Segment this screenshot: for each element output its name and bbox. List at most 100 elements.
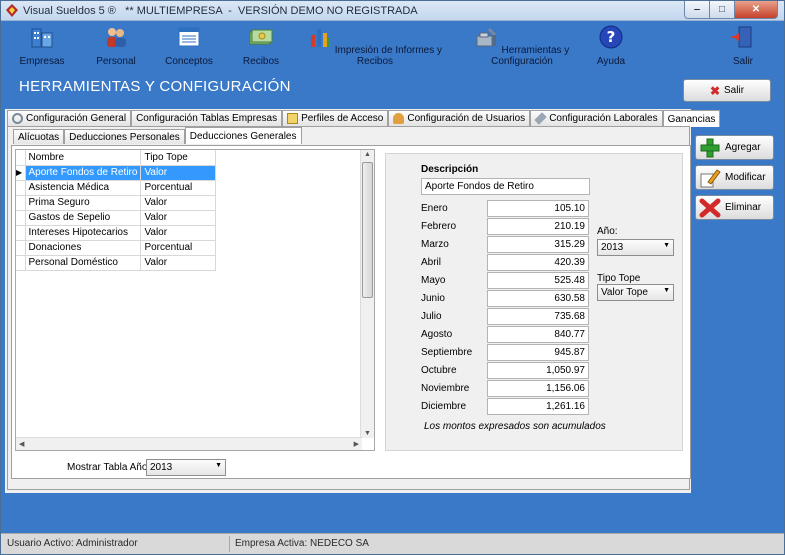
deducciones-generales-content: Nombre Tipo Tope ▶ Aporte Fondos de Reti… xyxy=(11,145,691,479)
salir-button[interactable]: ✖ Salir xyxy=(683,79,771,102)
help-icon: ? xyxy=(599,25,623,49)
subtab-deducciones-personales[interactable]: Deducciones Personales xyxy=(64,129,185,144)
tab-configuracion-general[interactable]: Configuración General xyxy=(7,110,132,126)
month-label: Junio xyxy=(421,293,445,304)
month-value-field[interactable]: 945.87 xyxy=(487,344,589,361)
document-icon xyxy=(287,113,299,124)
descripcion-field[interactable]: Aporte Fondos de Retiro xyxy=(421,178,590,195)
table-row[interactable]: Donaciones Porcentual xyxy=(16,240,217,256)
tab-configuracion-laborales[interactable]: Configuración Laborales xyxy=(530,110,663,126)
toolbar-recibos[interactable]: Recibos xyxy=(237,25,285,67)
ganancias-panel: Alícuotas Deducciones Personales Deducci… xyxy=(7,126,691,490)
tab-label: Ganancias xyxy=(667,113,716,125)
toolbar-herramientas[interactable]: Herramientas y Configuración xyxy=(458,25,586,67)
table-row[interactable]: Prima Seguro Valor xyxy=(16,195,217,211)
tab-label: Configuración Tablas Empresas xyxy=(136,113,278,124)
toolbar-impresion[interactable]: Impresión de Informes y Recibos xyxy=(305,25,445,67)
tab-configuracion-de-usuarios[interactable]: Configuración de Usuarios xyxy=(388,110,531,126)
vertical-scrollbar[interactable]: ▲ ▼ xyxy=(360,150,374,438)
month-value-field[interactable]: 315.29 xyxy=(487,236,589,253)
deducciones-table: Nombre Tipo Tope ▶ Aporte Fondos de Reti… xyxy=(16,150,217,271)
anio-select[interactable]: 2013 ▼ xyxy=(597,239,674,256)
maximize-button[interactable]: □ xyxy=(710,1,735,19)
column-header-nombre[interactable]: Nombre xyxy=(25,150,142,166)
window-controls: ‒ □ ✕ xyxy=(684,1,778,19)
gear-icon xyxy=(12,113,23,124)
month-value-field[interactable]: 1,050.97 xyxy=(487,362,589,379)
row-selector-arrow-icon: ▶ xyxy=(16,165,26,181)
table-row[interactable]: Asistencia Médica Porcentual xyxy=(16,180,217,196)
tools-icon xyxy=(476,28,496,47)
table-row[interactable]: Personal Doméstico Valor xyxy=(16,255,217,271)
month-label: Abril xyxy=(421,257,442,268)
month-value-field[interactable]: 525.48 xyxy=(487,272,589,289)
month-label: Febrero xyxy=(421,221,457,232)
eliminar-button[interactable]: Eliminar xyxy=(695,195,774,220)
scroll-right-icon[interactable]: ▶ xyxy=(354,440,359,448)
toolbar-ayuda[interactable]: ? Ayuda xyxy=(591,25,631,67)
detail-panel: Descripción Aporte Fondos de Retiro Ener… xyxy=(385,153,683,451)
main-toolbar: Empresas Personal Conceptos Recibos Impr… xyxy=(1,21,784,73)
scroll-left-icon[interactable]: ◀ xyxy=(19,440,24,448)
month-label: Octubre xyxy=(421,365,457,376)
tipo-tope-select[interactable]: Valor Tope ▼ xyxy=(597,284,674,301)
toolbar-conceptos[interactable]: Conceptos xyxy=(161,25,217,67)
tab-ganancias[interactable]: Ganancias xyxy=(662,110,721,127)
agregar-button[interactable]: Agregar xyxy=(695,135,774,160)
main-tabs: Configuración General Configuración Tabl… xyxy=(7,110,721,127)
subtab-label: Alícuotas xyxy=(18,131,60,143)
minimize-button[interactable]: ‒ xyxy=(684,1,710,19)
plus-icon xyxy=(700,138,720,157)
descripcion-label: Descripción xyxy=(421,164,479,175)
month-value-field[interactable]: 735.68 xyxy=(487,308,589,325)
toolbar-empresas[interactable]: Empresas xyxy=(17,25,67,67)
toolbar-salir[interactable]: Salir xyxy=(723,25,763,67)
table-row[interactable]: Gastos de Sepelio Valor xyxy=(16,210,217,226)
scroll-down-icon[interactable]: ▼ xyxy=(364,430,371,437)
month-label: Diciembre xyxy=(421,401,467,412)
scroll-up-icon[interactable]: ▲ xyxy=(364,151,371,158)
tab-label: Configuración de Usuarios xyxy=(407,113,526,124)
tab-label: Configuración Laborales xyxy=(549,113,658,124)
column-header-tipo-tope[interactable]: Tipo Tope xyxy=(140,150,217,166)
mostrar-anio-select[interactable]: 2013 ▼ xyxy=(146,459,226,476)
subtab-label: Deducciones Personales xyxy=(69,131,180,143)
table-row[interactable]: ▶ Aporte Fondos de Retiro Valor xyxy=(16,165,217,181)
toolbar-label: Impresión de Informes y Recibos xyxy=(334,45,443,67)
user-icon xyxy=(393,113,405,124)
month-value-field[interactable]: 420.39 xyxy=(487,254,589,271)
mostrar-anio-value: 2013 xyxy=(150,462,173,473)
month-value-field[interactable]: 630.58 xyxy=(487,290,589,307)
tab-label: Perfiles de Acceso xyxy=(301,113,384,124)
buildings-icon xyxy=(31,28,53,48)
tab-label: Configuración General xyxy=(26,113,127,124)
month-value-field[interactable]: 105.10 xyxy=(487,200,589,217)
empresa-activa: Empresa Activa: NEDECO SA xyxy=(235,538,369,549)
pencil-edit-icon xyxy=(700,168,721,187)
month-value-field[interactable]: 210.19 xyxy=(487,218,589,235)
close-x-icon: ✖ xyxy=(709,83,721,98)
toolbar-personal[interactable]: Personal xyxy=(91,25,141,67)
agregar-label: Agregar xyxy=(725,142,761,153)
scroll-thumb[interactable] xyxy=(362,162,373,298)
toolbar-label: Herramientas y Configuración xyxy=(491,45,570,67)
month-value-field[interactable]: 840.77 xyxy=(487,326,589,343)
month-value-field[interactable]: 1,156.06 xyxy=(487,380,589,397)
horizontal-scrollbar[interactable]: ◀ ▶ xyxy=(16,437,362,450)
deducciones-grid[interactable]: Nombre Tipo Tope ▶ Aporte Fondos de Reti… xyxy=(15,149,375,451)
month-value-field[interactable]: 1,261.16 xyxy=(487,398,589,415)
action-sidebar: Agregar Modificar Eliminar xyxy=(692,129,777,491)
anio-label: Año: xyxy=(597,226,618,237)
month-label: Noviembre xyxy=(421,383,470,394)
tipo-tope-select-value: Valor Tope xyxy=(601,287,648,298)
table-row[interactable]: Intereses Hipotecarios Valor xyxy=(16,225,217,241)
close-window-button[interactable]: ✕ xyxy=(735,1,778,19)
toolbar-label: Empresas xyxy=(19,56,65,67)
modificar-button[interactable]: Modificar xyxy=(695,165,774,190)
tab-configuracion-tablas-empresas[interactable]: Configuración Tablas Empresas xyxy=(131,110,283,126)
subtab-deducciones-generales[interactable]: Deducciones Generales xyxy=(184,127,302,144)
page-title: HERRAMIENTAS Y CONFIGURACIÓN xyxy=(19,78,291,95)
tab-perfiles-de-acceso[interactable]: Perfiles de Acceso xyxy=(282,110,389,126)
toolbar-label: Ayuda xyxy=(596,56,626,67)
subtab-alicuotas[interactable]: Alícuotas xyxy=(13,129,65,144)
